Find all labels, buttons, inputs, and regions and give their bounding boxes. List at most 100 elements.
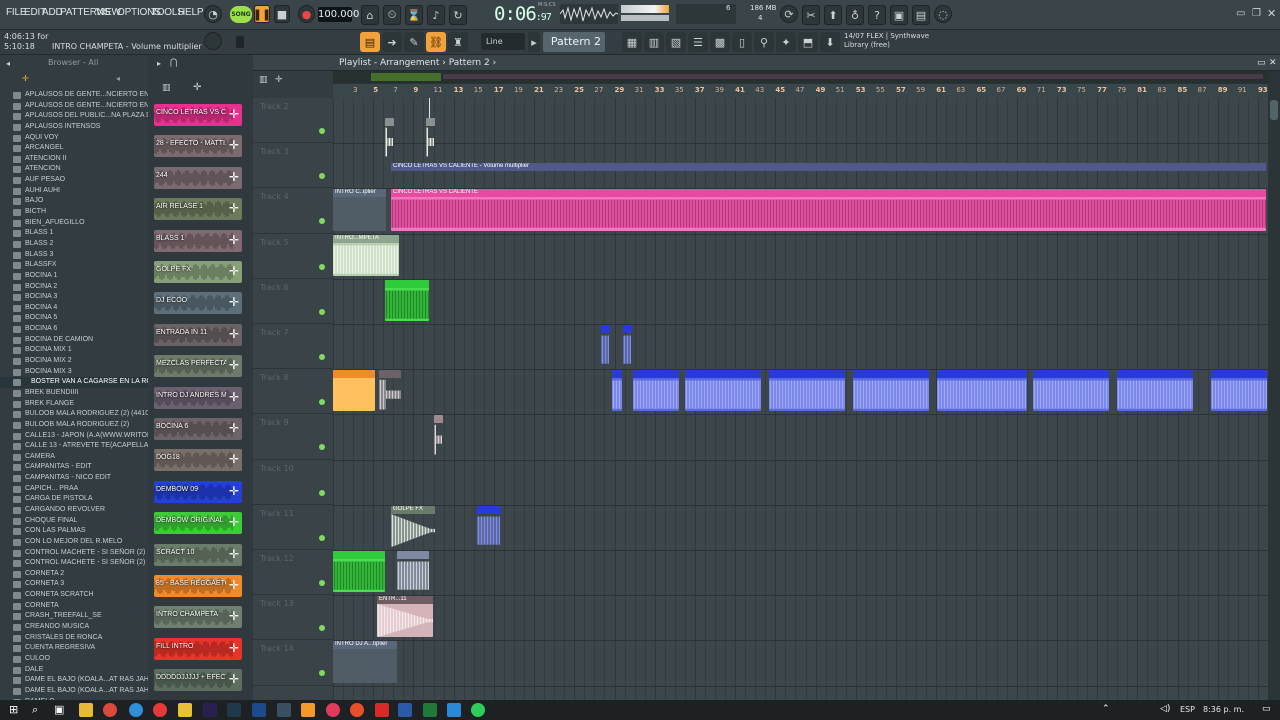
playlist-clip[interactable]	[385, 118, 394, 158]
piano-roll-icon[interactable]: ▥	[644, 32, 664, 52]
channel-button[interactable]: INTRO DJ ANDRES MO...✛	[154, 386, 242, 409]
channel-button[interactable]: 244 ✛	[154, 166, 242, 189]
clip-header[interactable]	[633, 370, 679, 379]
rack-add-icon[interactable]: ✛	[193, 82, 201, 93]
browser-item[interactable]: BAJO	[0, 196, 148, 207]
browser-item[interactable]: BOCINA MIX 3	[0, 367, 148, 378]
window-close-icon[interactable]: ✕	[1267, 7, 1276, 20]
browser-item[interactable]: CAPICH... PRAA	[0, 484, 148, 495]
plugin-picker-icon[interactable]: ⚲	[754, 32, 774, 52]
browser-item[interactable]: BLASS 1	[0, 228, 148, 239]
channel-add-icon[interactable]: ✛	[229, 139, 239, 151]
browser-item[interactable]: CREANDO MUSICA	[0, 622, 148, 633]
clip-header[interactable]	[1211, 370, 1267, 379]
playlist-clip[interactable]	[333, 370, 375, 412]
playlist-clip[interactable]	[769, 370, 845, 412]
track-header[interactable]: Track 7	[253, 324, 333, 370]
track-mute-led[interactable]	[319, 444, 325, 451]
windows-start-icon[interactable]: ⊞	[9, 703, 18, 716]
flex-preset-info[interactable]: 14/07 FLEX | Synthwave Library (free)	[844, 32, 929, 50]
browser-item[interactable]: BOCINA 6	[0, 324, 148, 335]
playlist-grid[interactable]: CINCO LETRAS VS CALIENTE - Volume multip…	[333, 98, 1268, 700]
browser-collapse-icon[interactable]: ✛	[22, 74, 29, 83]
channel-add-icon[interactable]: ✛	[229, 296, 239, 308]
track-header[interactable]: Track 11	[253, 505, 333, 550]
browser-item[interactable]: DAME EL BAJO (KOALA...AT RAS JAHONNAN.1)	[0, 675, 148, 686]
browser-item[interactable]: CORNETA	[0, 601, 148, 612]
channel-button[interactable]: 85 - BASE REGGAETO...✛	[154, 575, 242, 597]
search-icon[interactable]: ⌕	[32, 703, 38, 717]
clip-header[interactable]	[623, 325, 632, 333]
file-explorer-icon[interactable]	[79, 703, 93, 717]
channel-add-icon[interactable]: ✛	[229, 422, 239, 434]
premiere-icon[interactable]	[203, 703, 217, 717]
track-mute-led[interactable]	[319, 534, 325, 541]
channel-add-icon[interactable]: ✛	[229, 391, 239, 403]
volume-icon[interactable]: ◁)	[1160, 704, 1170, 714]
edge-icon[interactable]	[129, 703, 143, 717]
playlist-clip[interactable]	[612, 370, 622, 412]
channel-button[interactable]: BOCINA 6 ✛	[154, 418, 242, 440]
channel-add-icon[interactable]: ✛	[229, 328, 239, 340]
browser-item[interactable]: CULOO	[0, 654, 148, 665]
browser-item[interactable]: APLAUSOS DEL PUBLIC...NA PLAZA DE TOROS	[0, 111, 148, 122]
clip-header[interactable]	[685, 370, 761, 379]
browser-item[interactable]: CON LAS PALMAS	[0, 526, 148, 537]
pause-button[interactable]: ❚❚	[253, 5, 271, 23]
playlist-clip[interactable]: CINCO LETRAS VS CALIENTE	[391, 189, 1266, 231]
automation-clip[interactable]: CINCO LETRAS VS CALIENTE - Volume multip…	[391, 163, 1266, 175]
browser-item[interactable]: BOCINA DE CAMION	[0, 335, 148, 346]
chrome-icon[interactable]	[103, 703, 117, 717]
track-header[interactable]: Track 3	[253, 143, 333, 189]
channel-button[interactable]: DJ ECOO ✛	[154, 292, 242, 315]
chat-icon[interactable]: ◌	[934, 5, 952, 23]
touch-keyboard-icon[interactable]: ✦	[776, 32, 796, 52]
stop-button[interactable]: ■	[274, 5, 290, 23]
channel-button[interactable]: DEMBOW 09 ✛	[154, 480, 242, 503]
app-icon[interactable]	[277, 703, 291, 717]
browser-item[interactable]: BOCINA 2	[0, 282, 148, 293]
browser-item[interactable]: ATENCION	[0, 164, 148, 175]
track-header[interactable]: Track 14	[253, 640, 333, 686]
clip-header[interactable]	[434, 415, 443, 424]
track-mute-led[interactable]	[319, 399, 325, 406]
clip-header[interactable]	[426, 118, 435, 126]
browser-item[interactable]: BOCINA 4	[0, 303, 148, 314]
browser-item[interactable]: CONTROL MACHETE - SI SEÑOR (2)	[0, 558, 148, 569]
channel-add-icon[interactable]: ✛	[229, 265, 239, 277]
playlist-icon[interactable]: ▤	[360, 32, 380, 52]
channel-add-icon[interactable]: ✛	[229, 548, 239, 560]
browser-item[interactable]: BREK BUENDIIII	[0, 388, 148, 399]
folder-icon[interactable]	[178, 703, 192, 717]
browser-item[interactable]: AUF PESAO	[0, 175, 148, 186]
rack-magnet-icon[interactable]: ⋂	[170, 58, 177, 68]
browser-item[interactable]: CUENTA REGRESIVA	[0, 643, 148, 654]
song-position-display[interactable]: 0:06:97	[494, 3, 552, 25]
camera-app-icon[interactable]	[447, 703, 461, 717]
render-icon[interactable]: ⬆	[824, 5, 842, 25]
notifications-icon[interactable]: ▭	[1262, 704, 1271, 714]
fl-studio-icon[interactable]	[301, 703, 315, 717]
track-mute-led[interactable]	[319, 354, 325, 360]
browser-item[interactable]: CORNETA 3	[0, 579, 148, 590]
track-mute-led[interactable]	[319, 489, 325, 496]
browser-item[interactable]: CAMERA	[0, 452, 148, 463]
browser-item[interactable]: AQUI VOY	[0, 133, 148, 144]
automation-clip[interactable]: INTRO C..iplier	[333, 189, 386, 231]
track-header[interactable]: Track 6	[253, 279, 333, 324]
audition-icon[interactable]	[227, 703, 241, 717]
clip-header[interactable]	[937, 370, 1027, 379]
playlist-clip[interactable]: GOLPE FX	[391, 505, 435, 547]
browser-item[interactable]: ARCANGEL	[0, 143, 148, 154]
browser-item[interactable]: BLASSFX	[0, 260, 148, 271]
browser-item[interactable]: CALLE 13 - ATREVETE TE(ACAPELLA)	[0, 441, 148, 452]
track-mute-led[interactable]	[319, 218, 325, 225]
browser-options-icon[interactable]: ◂	[6, 59, 10, 68]
channel-add-icon[interactable]: ✛	[229, 579, 239, 591]
track-header[interactable]: Track 10	[253, 460, 333, 505]
clip-header[interactable]	[333, 370, 375, 379]
browser-item[interactable]: BOCINA 1	[0, 271, 148, 282]
channel-button[interactable]: DOG18 ✛	[154, 449, 242, 472]
channel-add-icon[interactable]: ✛	[229, 516, 239, 528]
track-header[interactable]: Track 12	[253, 550, 333, 596]
